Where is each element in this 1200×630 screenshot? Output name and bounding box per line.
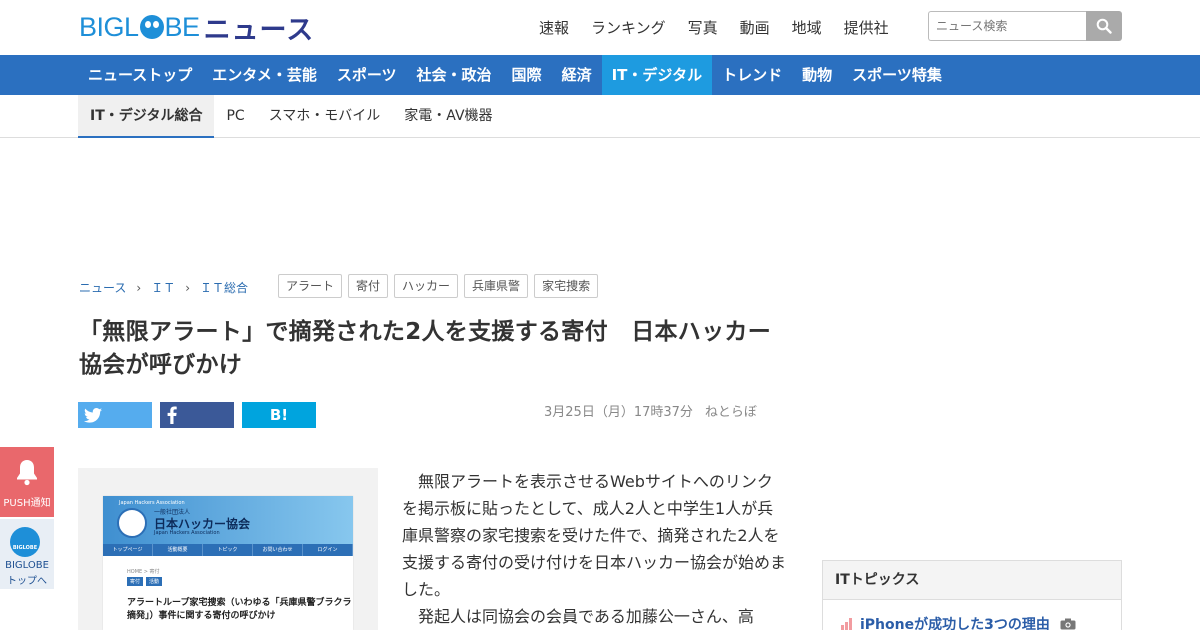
top-link-photos[interactable]: 写真 <box>688 17 718 38</box>
sub-nav: IT・デジタル総合 PC スマホ・モバイル 家電・AV機器 <box>0 95 1200 138</box>
nav-economy[interactable]: 経済 <box>552 55 602 95</box>
subnav-smartphone-mobile[interactable]: スマホ・モバイル <box>257 95 393 138</box>
twitter-bird-icon <box>84 407 102 423</box>
nav-sports[interactable]: スポーツ <box>327 55 407 95</box>
nav-news-top[interactable]: ニューストップ <box>78 55 202 95</box>
jha-site-screenshot: Japan Hackers Association 一般社団法人 日本ハッカー協… <box>103 496 353 630</box>
breadcrumb: ニュース › ＩＴ › ＩＴ総合 <box>79 279 248 296</box>
biglobe-wordmark: BIGL BE <box>79 11 200 42</box>
nav-society-politics[interactable]: 社会・政治 <box>407 55 502 95</box>
biglobe-top-button[interactable]: BIGLOBE BIGLOBE トップへ <box>0 519 54 589</box>
top-link-providers[interactable]: 提供社 <box>844 17 889 38</box>
rank-bars-icon <box>841 618 852 630</box>
nav-trend[interactable]: トレンド <box>712 55 792 95</box>
nav-animals[interactable]: 動物 <box>792 55 842 95</box>
search-box <box>928 11 1122 41</box>
breadcrumb-news[interactable]: ニュース <box>79 279 126 296</box>
article-paragraph: 発起人は同協会の会員である加藤公一さん、高 <box>418 607 754 626</box>
share-buttons: B! <box>78 402 316 428</box>
tag-donation[interactable]: 寄付 <box>348 274 389 298</box>
nav-entertainment[interactable]: エンタメ・芸能 <box>202 55 327 95</box>
tag-house-search[interactable]: 家宅捜索 <box>534 274 599 298</box>
biglobe-news-logo[interactable]: BIGL BE ニュース <box>79 10 315 46</box>
subnav-pc[interactable]: PC <box>214 95 256 138</box>
push-notification-button[interactable]: PUSH通知 <box>0 447 54 517</box>
article-paragraph: 無限アラートを表示させるWebサイトへのリンクを掲示板に貼ったとして、成人2人と… <box>402 472 787 599</box>
jha-emblem-icon <box>117 508 147 538</box>
article-body: 無限アラートを表示させるWebサイトへのリンクを掲示板に貼ったとして、成人2人と… <box>402 468 787 630</box>
top-link-region[interactable]: 地域 <box>792 17 822 38</box>
main-nav: ニューストップ エンタメ・芸能 スポーツ 社会・政治 国際 経済 IT・デジタル… <box>0 55 1200 95</box>
nav-international[interactable]: 国際 <box>502 55 552 95</box>
camera-icon <box>1060 618 1076 630</box>
biglobe-ball-icon <box>139 15 164 39</box>
subnav-it-general[interactable]: IT・デジタル総合 <box>78 95 215 138</box>
subnav-appliances-av[interactable]: 家電・AV機器 <box>392 95 504 138</box>
chevron-right-icon: › <box>185 280 191 295</box>
breadcrumb-it-general[interactable]: ＩＴ総合 <box>200 279 248 296</box>
news-wordmark: ニュース <box>203 14 315 46</box>
top-link-breaking[interactable]: 速報 <box>539 17 569 38</box>
nav-it-digital[interactable]: IT・デジタル <box>601 55 713 95</box>
tag-alert[interactable]: アラート <box>278 274 343 298</box>
top-link-ranking[interactable]: ランキング <box>591 17 666 38</box>
nav-sports-feature[interactable]: スポーツ特集 <box>842 55 952 95</box>
article-title: 「無限アラート」で摘発された2人を支援する寄付 日本ハッカー協会が呼びかけ <box>79 319 772 378</box>
facebook-f-icon <box>167 406 177 424</box>
tag-hyogo-police[interactable]: 兵庫県警 <box>464 274 529 298</box>
twitter-share-button[interactable] <box>78 402 152 428</box>
search-icon <box>1096 18 1112 34</box>
hatena-b-icon: B! <box>269 406 289 424</box>
topic-item[interactable]: iPhoneが成功した3つの理由 <box>841 614 1076 630</box>
tag-hacker[interactable]: ハッカー <box>394 274 459 298</box>
facebook-share-button[interactable] <box>160 402 234 428</box>
article-image[interactable]: Japan Hackers Association 一般社団法人 日本ハッカー協… <box>78 468 378 630</box>
top-links: 速報 ランキング 写真 動画 地域 提供社 <box>539 17 911 38</box>
hatena-bookmark-button[interactable]: B! <box>242 402 316 428</box>
topic-item-title: iPhoneが成功した3つの理由 <box>860 617 1050 630</box>
it-topics-heading: ITトピックス <box>823 561 1121 600</box>
article-date: 3月25日（月）17時37分 <box>544 405 693 420</box>
article-meta: 3月25日（月）17時37分 ねとらぼ <box>544 401 757 420</box>
site-header: BIGL BE ニュース 速報 ランキング 写真 動画 地域 提供社 <box>0 0 1200 55</box>
top-link-videos[interactable]: 動画 <box>740 17 770 38</box>
chevron-right-icon: › <box>136 280 142 295</box>
article-tags: アラート 寄付 ハッカー 兵庫県警 家宅捜索 <box>278 274 599 298</box>
bell-icon <box>17 460 37 486</box>
breadcrumb-it[interactable]: ＩＴ <box>151 279 175 296</box>
search-button[interactable] <box>1086 11 1122 41</box>
article-source[interactable]: ねとらぼ <box>705 405 757 420</box>
it-topics-box: ITトピックス iPhoneが成功した3つの理由 <box>822 560 1122 630</box>
biglobe-ball-icon: BIGLOBE <box>10 527 40 557</box>
search-input[interactable] <box>928 11 1086 41</box>
